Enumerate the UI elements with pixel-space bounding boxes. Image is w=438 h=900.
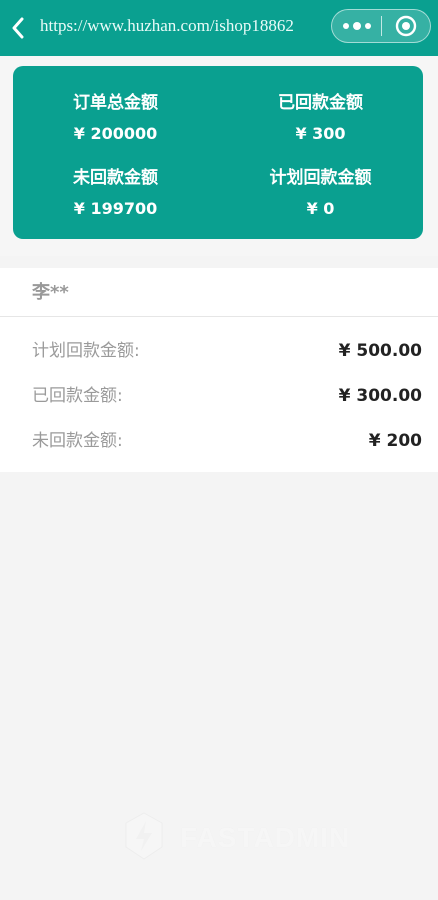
- stat-received: 已回款金额 ¥ 300: [218, 92, 423, 144]
- watermark-text: FASTADMIN: [180, 822, 351, 853]
- payment-record-card[interactable]: 李** 计划回款金额: ¥ 500.00 已回款金额: ¥ 300.00 未回款…: [0, 268, 438, 472]
- fastadmin-logo-icon: [122, 811, 166, 865]
- stat-label: 未回款金额: [73, 168, 158, 188]
- stat-value: ¥ 200000: [73, 124, 158, 143]
- stat-label: 订单总金额: [73, 93, 158, 113]
- stat-order-total: 订单总金额 ¥ 200000: [13, 92, 218, 144]
- customer-name: 李**: [32, 282, 69, 303]
- more-dots-icon[interactable]: [332, 10, 381, 42]
- summary-section: 订单总金额 ¥ 200000 已回款金额 ¥ 300 未回款金额 ¥ 19970…: [0, 56, 438, 256]
- stat-value: ¥ 199700: [73, 199, 158, 218]
- top-nav-bar: https://www.huzhan.com/ishop18862: [0, 0, 438, 56]
- stat-planned: 计划回款金额 ¥ 0: [218, 167, 423, 219]
- row-value: ¥ 300.00: [338, 386, 422, 406]
- row-label: 计划回款金额:: [32, 341, 140, 361]
- row-received-amount: 已回款金额: ¥ 300.00: [0, 383, 438, 409]
- row-planned-amount: 计划回款金额: ¥ 500.00: [0, 338, 438, 364]
- back-chevron-icon[interactable]: [6, 14, 30, 42]
- row-label: 已回款金额:: [32, 386, 123, 406]
- stat-value: ¥ 300: [295, 124, 346, 143]
- mini-program-capsule: [331, 9, 431, 43]
- row-value: ¥ 500.00: [338, 341, 422, 361]
- divider: [0, 316, 438, 317]
- stat-label: 计划回款金额: [269, 168, 372, 188]
- summary-card: 订单总金额 ¥ 200000 已回款金额 ¥ 300 未回款金额 ¥ 19970…: [13, 66, 423, 239]
- stat-label: 已回款金额: [278, 93, 363, 113]
- close-target-icon[interactable]: [382, 10, 430, 42]
- stat-value: ¥ 0: [306, 199, 335, 218]
- row-unreceived-amount: 未回款金额: ¥ 200: [0, 428, 438, 454]
- stat-unreceived: 未回款金额 ¥ 199700: [13, 167, 218, 219]
- row-value: ¥ 200: [368, 431, 422, 451]
- row-label: 未回款金额:: [32, 431, 123, 451]
- fastadmin-watermark: FASTADMIN: [122, 810, 382, 866]
- page-url-title: https://www.huzhan.com/ishop18862: [40, 16, 294, 35]
